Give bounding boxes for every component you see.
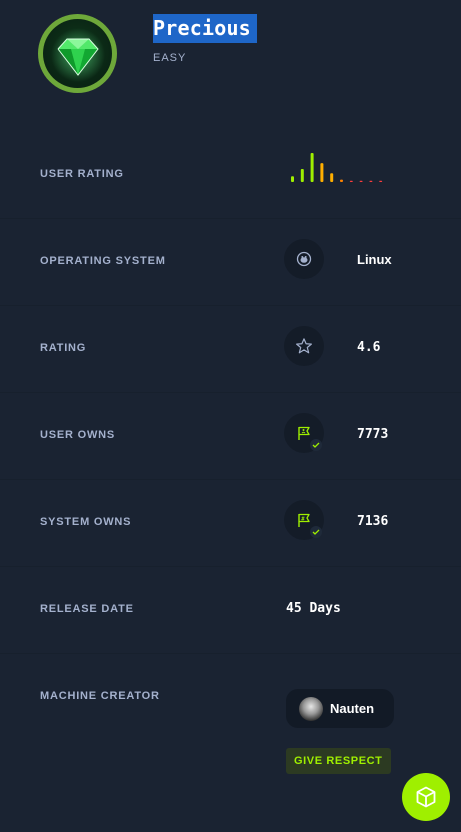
green-gem-icon: [50, 27, 105, 82]
release-date-value: 45 Days: [286, 601, 341, 616]
creator-profile-link[interactable]: Nauten: [286, 689, 394, 728]
rating-bar: [330, 173, 334, 182]
system-owns-label: SYSTEM OWNS: [40, 516, 132, 528]
cube-icon: [416, 786, 436, 808]
difficulty-label: EASY: [153, 52, 187, 64]
rating-bar: [369, 180, 373, 182]
system-owns-icon-wrapper: #: [284, 500, 324, 540]
check-icon: [310, 526, 322, 538]
machine-logo: [38, 14, 117, 93]
os-row: OPERATING SYSTEM Linux: [0, 218, 461, 305]
linux-icon: [296, 251, 312, 267]
release-date-label: RELEASE DATE: [40, 603, 134, 615]
rating-bar: [340, 179, 343, 182]
give-respect-button[interactable]: GIVE RESPECT: [286, 748, 391, 774]
creator-name: Nauten: [330, 701, 375, 716]
machine-header: Precious EASY: [0, 0, 461, 130]
user-owns-row: USER OWNS 7773: [0, 392, 461, 479]
rating-bar: [359, 180, 363, 182]
machine-creator-label: MACHINE CREATOR: [40, 690, 160, 702]
system-owns-row: SYSTEM OWNS # 7136: [0, 479, 461, 566]
rating-bar: [310, 153, 314, 182]
user-flag-icon: [298, 426, 310, 440]
rating-bar: [379, 180, 383, 182]
rating-bar: [320, 163, 324, 182]
rating-bar: [300, 168, 304, 182]
os-icon-wrapper: [284, 239, 324, 279]
system-flag-icon: #: [298, 513, 310, 527]
release-date-row: RELEASE DATE 45 Days: [0, 566, 461, 653]
avatar: [299, 696, 323, 721]
rating-label: RATING: [40, 342, 87, 354]
user-owns-value: 7773: [357, 427, 389, 442]
user-rating-label: USER RATING: [40, 168, 124, 180]
system-owns-value: 7136: [357, 514, 389, 529]
floating-action-button[interactable]: [402, 773, 450, 821]
os-label: OPERATING SYSTEM: [40, 255, 166, 267]
rating-row: RATING 4.6: [0, 305, 461, 392]
os-value: Linux: [357, 252, 392, 267]
user-owns-label: USER OWNS: [40, 429, 116, 441]
rating-value: 4.6: [357, 340, 381, 355]
machine-creator-row: MACHINE CREATOR: [0, 653, 461, 832]
user-rating-row: USER RATING: [0, 131, 461, 218]
rating-bar: [349, 180, 353, 182]
check-icon: [310, 439, 322, 451]
user-owns-icon-wrapper: [284, 413, 324, 453]
rating-icon-wrapper: [284, 326, 324, 366]
user-rating-chart: [291, 153, 383, 182]
rating-bar: [291, 176, 294, 182]
star-icon: [296, 338, 312, 354]
machine-title: Precious: [153, 14, 257, 43]
